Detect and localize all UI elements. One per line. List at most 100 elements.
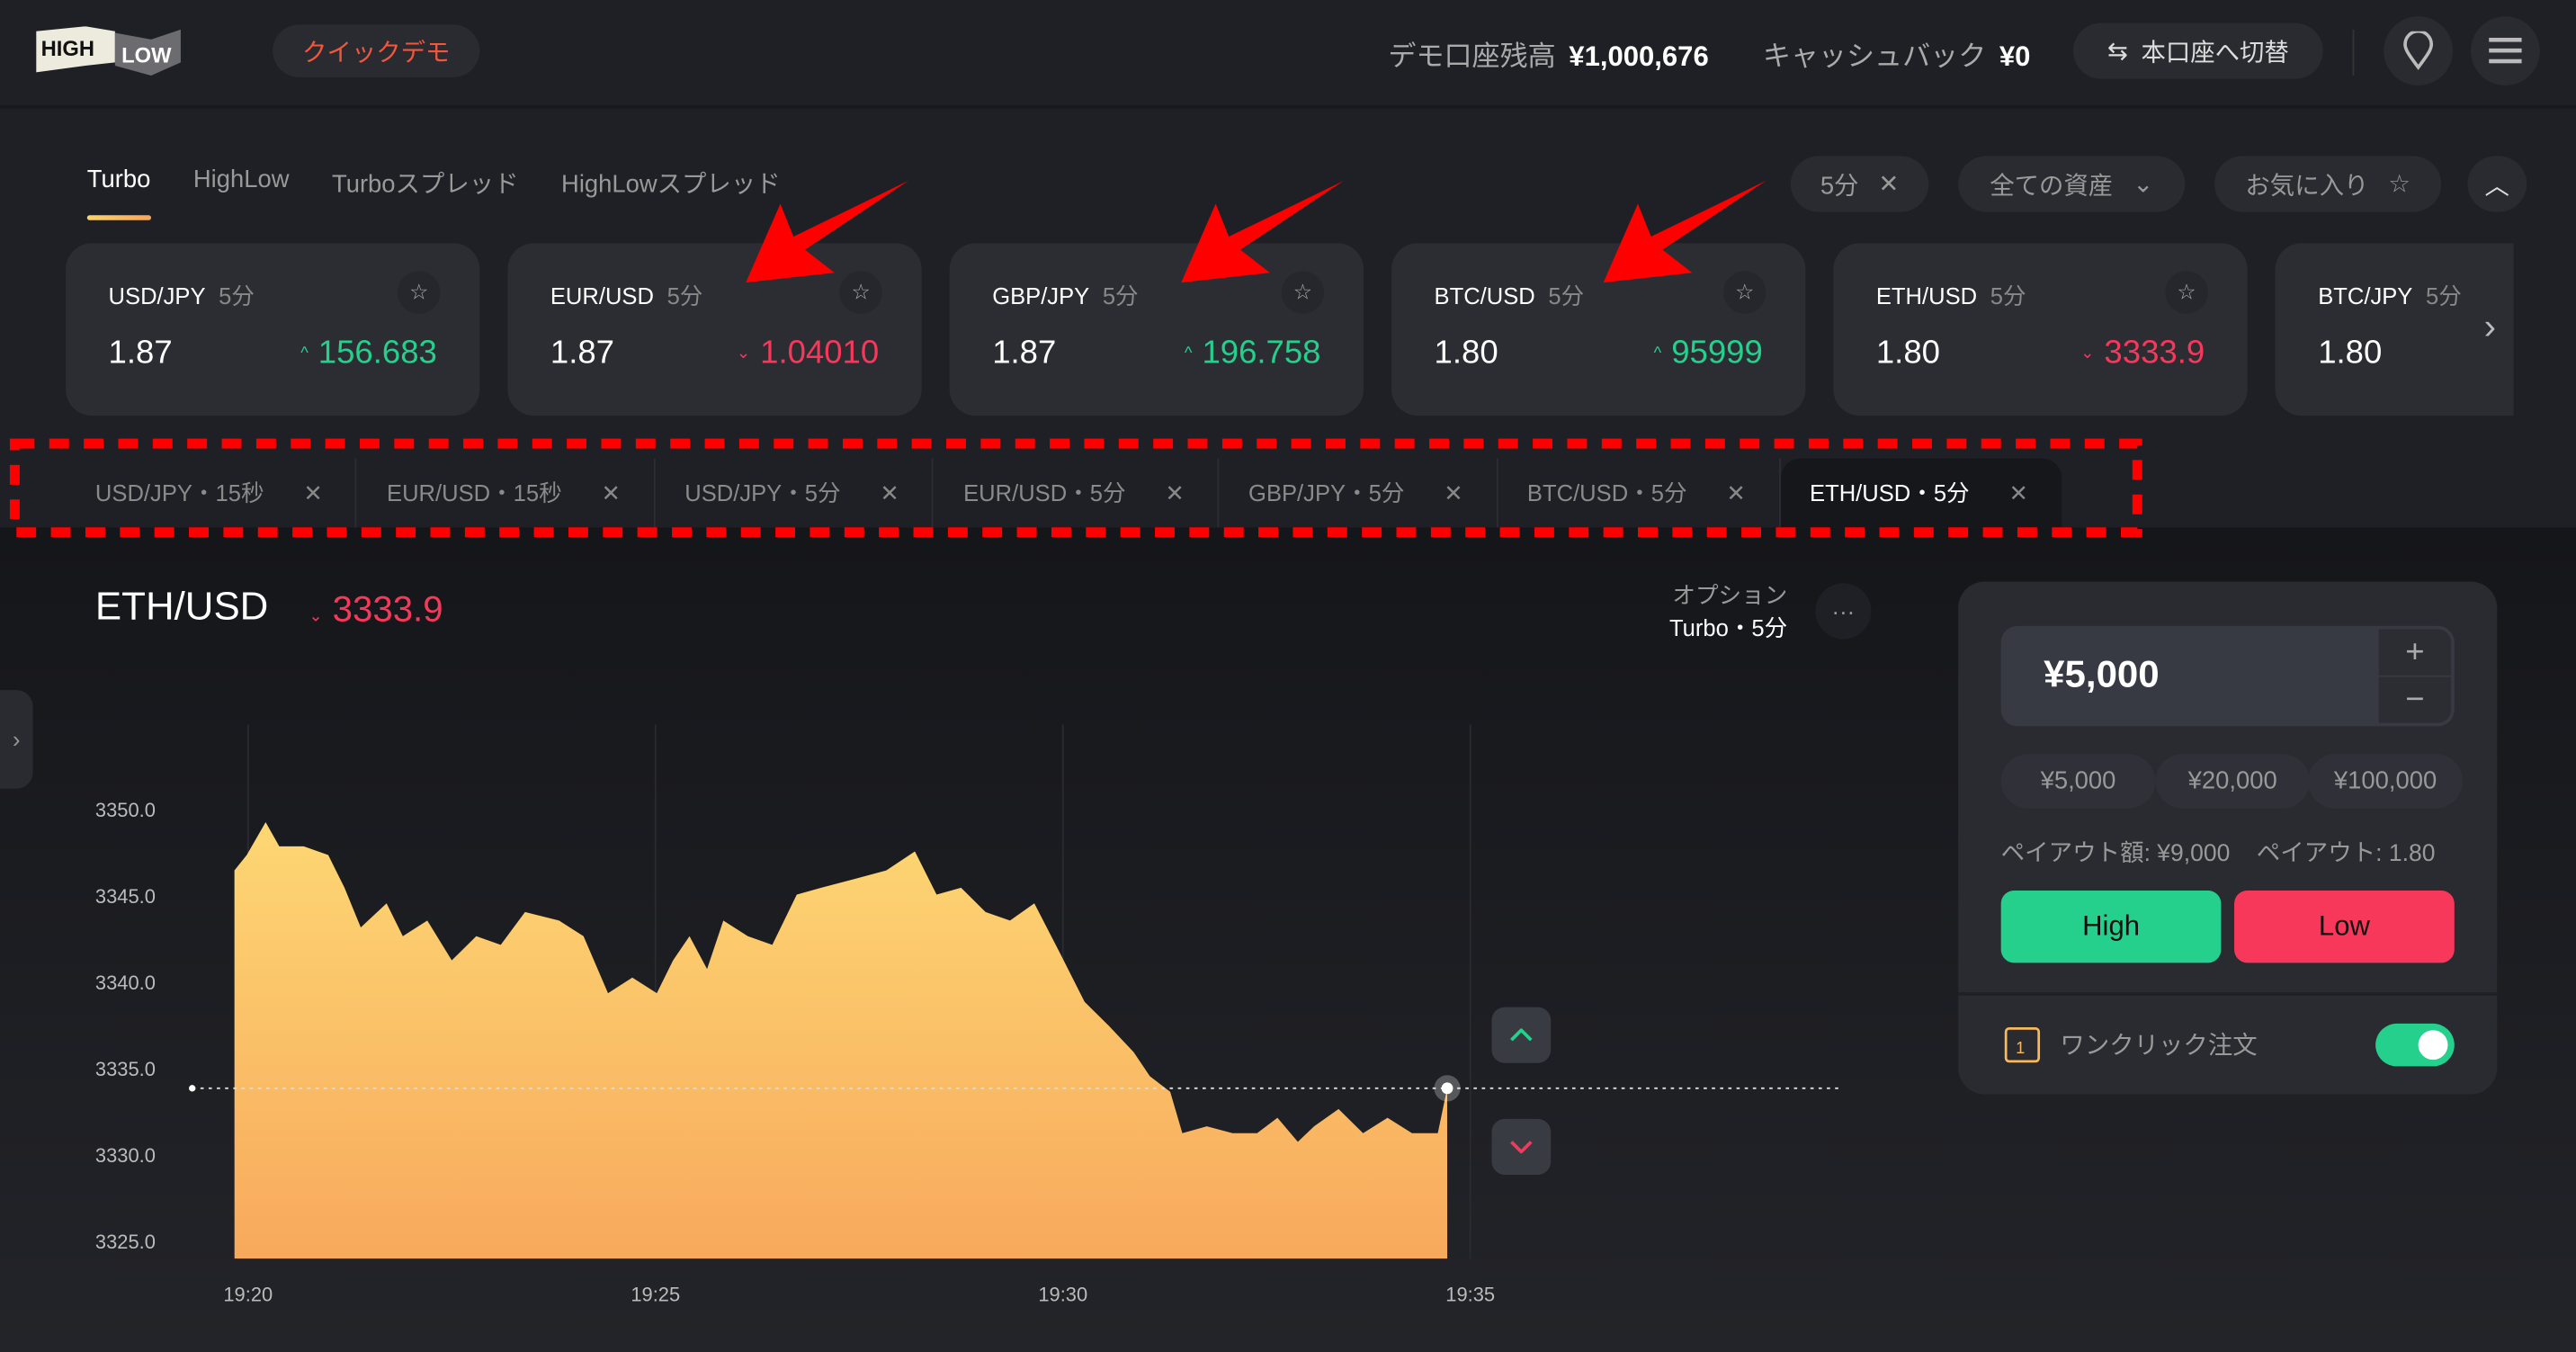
favorite-star-icon[interactable]: ☆	[2165, 271, 2208, 314]
price-chart[interactable]: 19:20 19:25 19:30 19:35 3350.0 3345.0 3340.0 33…	[0, 527, 1955, 1352]
asset-symbol: USD/JPY 5分	[109, 280, 255, 313]
location-button[interactable]	[2384, 16, 2453, 85]
menu-button[interactable]	[2471, 16, 2540, 85]
open-tab[interactable]: USD/JPY・15秒 ✕	[30, 458, 358, 528]
hamburger-menu-icon	[2489, 38, 2522, 64]
close-icon[interactable]: ✕	[1444, 479, 1462, 506]
duration-filter-label: 5分	[1820, 171, 1859, 200]
close-icon[interactable]: ✕	[1165, 479, 1184, 506]
close-icon[interactable]: ✕	[2008, 479, 2027, 506]
high-button[interactable]: High	[2000, 890, 2222, 963]
close-icon[interactable]: ✕	[880, 479, 899, 506]
quick-amount-5000[interactable]: ¥5,000	[2000, 754, 2156, 809]
open-chart-tabs: USD/JPY・15秒 ✕ EUR/USD・15秒 ✕ USD/JPY・5分 ✕ EUR/U…	[29, 458, 2103, 528]
demo-balance: デモ口座残高 ¥1,000,676	[1388, 33, 1708, 75]
y-tick-label: 3340.0	[95, 971, 156, 994]
payout-rate: 1.80	[1434, 335, 1498, 372]
price-value: 196.758	[1202, 335, 1321, 372]
x-tick-label: 19:25	[631, 1284, 680, 1306]
open-tab[interactable]: GBP/JPY・5分 ✕	[1219, 458, 1498, 528]
payout-amount: ペイアウト額: ¥9,000	[2000, 841, 2231, 868]
balance-value: ¥1,000,676	[1569, 40, 1709, 73]
up-arrow-icon: ^	[1653, 345, 1662, 364]
top-bar: HIGH LOW クイックデモ デモ口座残高 ¥1,000,676 キャッシュバッ…	[0, 0, 2576, 109]
open-tab-label: USD/JPY・5分	[684, 479, 841, 506]
asset-card[interactable]: EUR/USD 5分 ☆ 1.87 ⌄ 1.04010	[507, 243, 922, 416]
quick-demo-button[interactable]: クイックデモ	[273, 24, 480, 77]
cashback-label: キャッシュバック	[1762, 40, 1987, 73]
open-tab-label: USD/JPY・15秒	[94, 479, 264, 506]
favorite-star-icon[interactable]: ☆	[398, 271, 441, 314]
scroll-down-button[interactable]	[1491, 1118, 1552, 1175]
asset-card[interactable]: GBP/JPY 5分 ☆ 1.87 ^ 196.758	[949, 243, 1364, 416]
scroll-up-button[interactable]	[1491, 1007, 1552, 1063]
svg-text:LOW: LOW	[121, 44, 172, 67]
balance-label: デモ口座残高	[1388, 40, 1556, 73]
one-click-label: ワンクリック注文	[2060, 1032, 2258, 1061]
close-icon[interactable]: ✕	[1878, 169, 1899, 199]
asset-card[interactable]: BTC/JPY5分 ☆ 1.80 ^1	[2275, 243, 2514, 416]
favorite-star-icon[interactable]: ☆	[839, 271, 882, 314]
payout-rate: 1.87	[108, 335, 173, 372]
asset-symbol: ETH/USD 5分	[1876, 280, 2026, 313]
favorite-star-icon[interactable]: ☆	[1281, 271, 1325, 314]
price-value: 3333.9	[2104, 335, 2205, 372]
open-tab-label: EUR/USD・15秒	[387, 479, 562, 506]
divider	[1958, 992, 2498, 996]
asset-price: ⌄ 1.04010	[737, 336, 879, 373]
line-start-dot	[189, 1085, 196, 1092]
close-icon[interactable]: ✕	[1726, 479, 1745, 506]
low-button[interactable]: Low	[2234, 890, 2455, 963]
asset-filter-dropdown[interactable]: 全ての資産 ⌄	[1958, 156, 2186, 212]
tab-highlow[interactable]: HighLow	[193, 166, 290, 200]
open-tab[interactable]: EUR/USD・15秒 ✕	[357, 458, 656, 528]
tab-turbo-spread[interactable]: Turboスプレッド	[332, 166, 519, 200]
one-click-icon: 1	[2004, 1027, 2041, 1063]
up-arrow-icon: ^	[300, 345, 309, 364]
decrease-amount-button[interactable]: −	[2378, 676, 2452, 723]
favorites-filter[interactable]: お気に入り ☆	[2214, 156, 2442, 212]
open-tab[interactable]: ETH/USD・5分 ✕	[1780, 458, 2062, 528]
asset-price: ⌄ 3333.9	[2080, 336, 2205, 373]
tab-turbo[interactable]: Turbo	[86, 166, 150, 220]
chevron-down-icon: ⌄	[2133, 170, 2154, 200]
divider	[2352, 29, 2355, 76]
open-tab[interactable]: BTC/USD・5分 ✕	[1498, 458, 1781, 528]
asset-card[interactable]: ETH/USD 5分 ☆ 1.80 ⌄ 3333.9	[1833, 243, 2248, 416]
x-tick-label: 19:30	[1038, 1284, 1087, 1306]
highlow-logo[interactable]: HIGH LOW	[36, 26, 217, 76]
chevron-right-icon[interactable]: ›	[2484, 306, 2496, 348]
close-icon[interactable]: ✕	[602, 479, 621, 506]
symbol: BTC/USD	[1434, 282, 1535, 309]
collapse-button[interactable]: ︿	[2467, 156, 2527, 212]
asset-symbol: EUR/USD 5分	[550, 280, 703, 313]
quick-amount-20000[interactable]: ¥20,000	[2155, 754, 2311, 809]
open-tab-label: ETH/USD・5分	[1810, 479, 1970, 506]
current-price-marker	[1441, 1082, 1453, 1095]
amount-input[interactable]: ¥5,000 + −	[2000, 625, 2455, 727]
product-tabs: Turbo HighLow Turboスプレッド HighLowスプレッド	[86, 166, 781, 220]
x-tick-label: 19:20	[223, 1284, 273, 1306]
payout-rate: ペイアウト: 1.80	[2256, 841, 2436, 868]
switch-to-real-account-button[interactable]: ⇆ 本口座へ切替	[2073, 22, 2323, 79]
duration: 5分	[1102, 282, 1139, 309]
asset-card[interactable]: USD/JPY 5分 ☆ 1.87 ^ 156.683	[66, 243, 480, 416]
favorites-label: お気に入り	[2245, 171, 2369, 200]
asset-price: ^ 95999	[1654, 336, 1763, 373]
symbol: EUR/USD	[550, 282, 654, 309]
tab-highlow-spread[interactable]: HighLowスプレッド	[561, 166, 781, 200]
open-tab[interactable]: USD/JPY・5分 ✕	[655, 458, 935, 528]
svg-text:HIGH: HIGH	[41, 38, 94, 61]
asset-symbol: BTC/JPY 5分	[2318, 280, 2462, 313]
price-value: 1.04010	[760, 335, 880, 372]
favorite-star-icon[interactable]: ☆	[1722, 271, 1767, 314]
quick-amount-100000[interactable]: ¥100,000	[2308, 754, 2463, 809]
close-icon[interactable]: ✕	[303, 479, 322, 506]
duration: 5分	[219, 282, 255, 309]
duration-filter[interactable]: 5分 ✕	[1790, 156, 1929, 212]
asset-symbol: BTC/USD 5分	[1435, 280, 1585, 313]
open-tab[interactable]: EUR/USD・5分 ✕	[934, 458, 1220, 528]
increase-amount-button[interactable]: +	[2378, 629, 2452, 676]
one-click-toggle[interactable]	[2375, 1023, 2455, 1067]
asset-card[interactable]: BTC/USD 5分 ☆ 1.80 ^ 95999	[1391, 243, 1806, 416]
